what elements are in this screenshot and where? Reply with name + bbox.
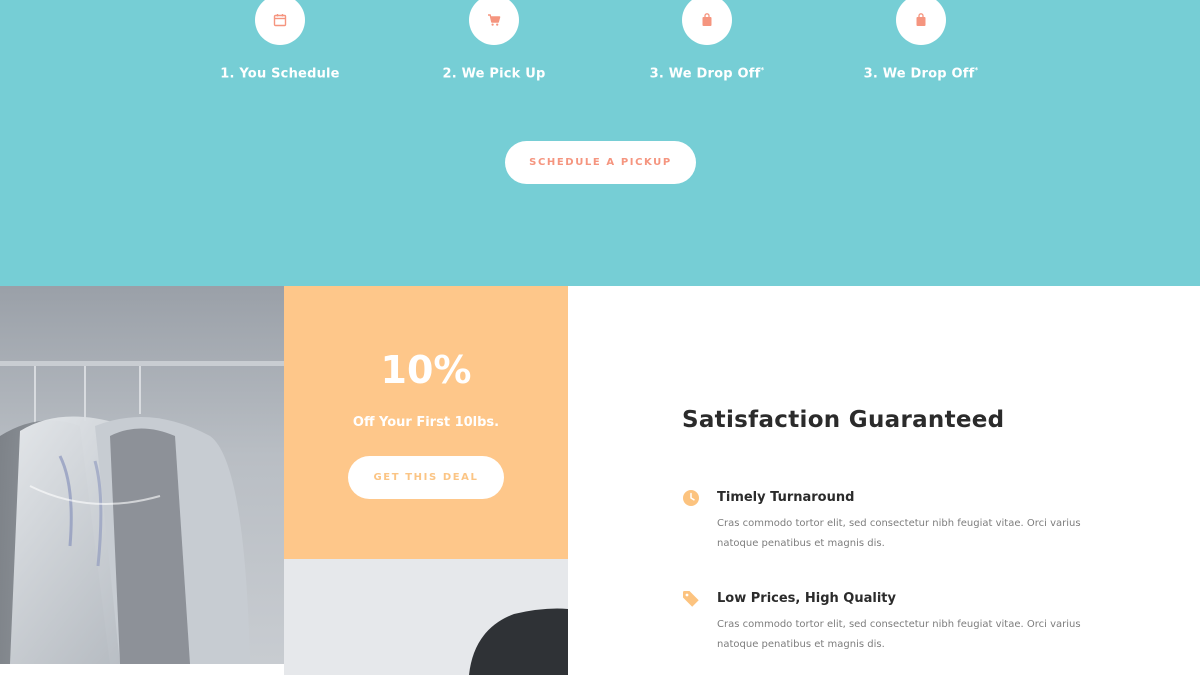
deal-percent: 10% [380, 348, 472, 392]
calendar-icon [273, 14, 287, 27]
satisfaction-title: Satisfaction Guaranteed [682, 407, 1005, 433]
dark-garment-illustration [469, 608, 568, 675]
step-we-pick-up: 2. We Pick Up [394, 0, 594, 90]
cart-icon [488, 14, 501, 26]
bag-icon [702, 13, 712, 26]
feature-timely-turnaround: Timely Turnaround Cras commodo tortor el… [682, 489, 1102, 569]
photo-bottom-strip [0, 664, 284, 675]
clock-icon [683, 490, 699, 506]
step-icon-circle [469, 0, 519, 45]
step-label: 2. We Pick Up [442, 66, 546, 82]
deal-subtitle: Off Your First 10lbs. [352, 415, 500, 430]
garment-photo-panel [284, 559, 568, 675]
feature-description: Cras commodo tortor elit, sed consectetu… [717, 518, 1081, 549]
step-label: 1. You Schedule [220, 66, 340, 82]
how-it-works-section: 1. You Schedule 2. We Pick Up 3. We Drop… [0, 0, 1200, 286]
step-you-schedule: 1. You Schedule [180, 0, 380, 90]
step-icon-circle [682, 0, 732, 45]
step-we-drop-off-2: 3. We Drop Off* [821, 0, 1021, 90]
step-label: 3. We Drop Off* [863, 66, 979, 82]
feature-description: Cras commodo tortor elit, sed consectetu… [717, 619, 1081, 650]
step-label: 3. We Drop Off* [649, 66, 765, 82]
feature-low-prices: Low Prices, High Quality Cras commodo to… [682, 590, 1102, 670]
bag-icon [916, 13, 926, 26]
step-icon-circle [255, 0, 305, 45]
feature-title: Timely Turnaround [717, 490, 855, 505]
price-tag-icon [683, 591, 699, 607]
deal-panel: 10% Off Your First 10lbs. GET THIS DEAL [284, 286, 568, 559]
feature-title: Low Prices, High Quality [717, 591, 896, 606]
garments-photo [0, 286, 284, 664]
get-deal-button[interactable]: GET THIS DEAL [348, 456, 504, 499]
schedule-pickup-button[interactable]: SCHEDULE A PICKUP [505, 141, 696, 184]
step-icon-circle [896, 0, 946, 45]
hanging-garments-illustration [0, 361, 284, 664]
step-we-drop-off: 3. We Drop Off* [607, 0, 807, 90]
